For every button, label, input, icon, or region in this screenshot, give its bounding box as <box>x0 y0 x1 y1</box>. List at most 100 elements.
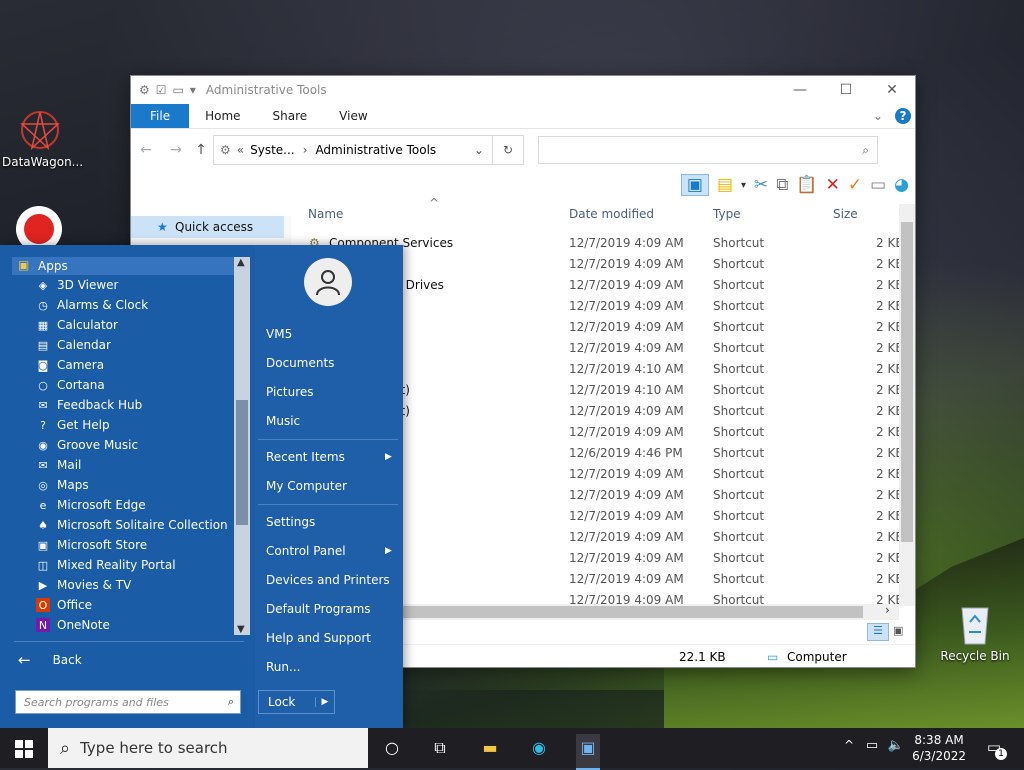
app-item[interactable]: ✉ Feedback Hub <box>36 395 142 415</box>
scroll-right-icon[interactable]: › <box>885 603 890 617</box>
app-list-scroll-thumb[interactable] <box>236 400 248 525</box>
start-menu-link-my-computer[interactable]: My Computer <box>266 479 347 493</box>
vertical-scroll-thumb[interactable] <box>901 222 913 542</box>
up-arrow-icon[interactable]: ↑ <box>191 142 211 158</box>
cut-icon[interactable]: ✂ <box>754 175 768 195</box>
column-name[interactable]: Name <box>308 207 343 221</box>
close-button[interactable]: ✕ <box>869 82 915 98</box>
tab-home[interactable]: Home <box>191 104 254 128</box>
app-item[interactable]: ◫ Mixed Reality Portal <box>36 555 176 575</box>
start-menu-link-settings[interactable]: Settings <box>266 515 315 529</box>
user-avatar[interactable] <box>304 258 352 306</box>
app-item[interactable]: e Microsoft Edge <box>36 495 146 515</box>
app-item[interactable]: ◉ Groove Music <box>36 435 138 455</box>
app-item[interactable]: ○ Cortana <box>36 375 104 395</box>
app-item[interactable]: ▶ Movies & TV <box>36 575 132 595</box>
address-overflow[interactable]: « <box>237 143 244 157</box>
app-item[interactable]: ♠ Microsoft Solitaire Collection <box>36 515 228 535</box>
breadcrumb-admin-tools[interactable]: Administrative Tools <box>315 143 436 157</box>
lock-options-icon[interactable]: ▶ <box>315 697 334 707</box>
column-date-modified[interactable]: Date modified <box>569 207 654 221</box>
file-size: 2 KB <box>876 278 901 292</box>
forward-arrow-icon[interactable]: → <box>161 142 191 158</box>
network-icon[interactable]: ▭ <box>861 738 883 758</box>
minimize-button[interactable]: — <box>777 82 823 98</box>
tab-share[interactable]: Share <box>259 104 322 128</box>
file-explorer-icon[interactable]: ▬ <box>479 738 501 758</box>
app-item[interactable]: ▤ Calendar <box>36 335 111 355</box>
new-item-icon[interactable]: ▤ <box>717 175 733 195</box>
lock-button[interactable]: Lock ▶ <box>258 690 335 714</box>
start-menu-link-run[interactable]: Run... <box>266 660 300 674</box>
back-arrow-icon[interactable]: ← <box>131 142 161 158</box>
apps-header[interactable]: ▣ Apps <box>12 257 250 275</box>
start-button[interactable] <box>15 740 33 761</box>
search-icon[interactable]: ⌕ <box>228 695 234 709</box>
search-box[interactable]: ⌕ <box>538 136 878 164</box>
expand-ribbon-icon[interactable]: ⌄ <box>873 109 883 123</box>
desktop-icon-datawagon[interactable]: DataWagon... <box>2 108 83 169</box>
start-search-input[interactable]: Search programs and files ⌕ <box>15 690 241 714</box>
nav-quick-access[interactable]: ★ Quick access <box>131 216 284 238</box>
customize-toolbar-icon[interactable]: ▾ <box>190 83 196 97</box>
dropdown-icon[interactable]: ▾ <box>741 180 746 191</box>
back-button[interactable]: ← Back <box>18 651 82 669</box>
app-item[interactable]: ? Get Help <box>36 415 110 435</box>
show-hidden-icons-icon[interactable]: ^ <box>838 738 860 758</box>
edge-icon[interactable]: ◉ <box>528 738 550 758</box>
scroll-down-icon[interactable]: ▼ <box>237 624 245 635</box>
tab-file[interactable]: File <box>131 104 190 128</box>
app-item[interactable]: ◷ Alarms & Clock <box>36 295 148 315</box>
desktop-icon-recycle-bin[interactable]: Recycle Bin <box>938 602 1012 663</box>
breadcrumb-system[interactable]: Syste... <box>250 143 295 157</box>
globe-icon[interactable]: ◕ <box>894 175 909 195</box>
clock-time: 8:38 AM <box>914 733 964 747</box>
app-item[interactable]: ◈ 3D Viewer <box>36 275 119 295</box>
app-item[interactable]: O Office <box>36 595 92 615</box>
app-item[interactable]: ▣ Microsoft Store <box>36 535 147 555</box>
column-type[interactable]: Type <box>713 207 741 221</box>
tab-view[interactable]: View <box>325 104 381 128</box>
start-menu-link-pictures[interactable]: Pictures <box>266 385 314 399</box>
new-folder-icon[interactable]: ▭ <box>173 83 184 97</box>
app-item-label: Get Help <box>57 418 110 432</box>
checkbox-icon[interactable]: ☑ <box>156 83 167 97</box>
details-view-icon[interactable]: ☰ <box>867 623 889 641</box>
start-menu-link-control-panel[interactable]: Control Panel <box>266 544 346 558</box>
maximize-button[interactable]: ☐ <box>823 82 869 98</box>
app-item[interactable]: N OneNote <box>36 615 110 635</box>
task-view-icon[interactable]: ⧉ <box>429 738 451 758</box>
app-item-label: Microsoft Solitaire Collection <box>57 518 228 532</box>
volume-icon[interactable]: 🔈 <box>885 738 907 758</box>
properties-icon[interactable]: ⚙ <box>139 83 150 97</box>
start-menu-link-default-programs[interactable]: Default Programs <box>266 602 371 616</box>
cortana-icon[interactable]: ○ <box>381 738 403 758</box>
large-icons-view-icon[interactable]: ▣ <box>893 624 903 637</box>
copy-icon[interactable]: ⧉ <box>776 175 788 195</box>
command-toolbar: ▣ ▤ ▾ ✂ ⧉ 📋 ✕ ✓ ▭ ◕ <box>131 171 915 199</box>
refresh-icon[interactable]: ↻ <box>493 135 524 165</box>
paste-icon[interactable]: 📋 <box>796 175 817 195</box>
start-menu-link-documents[interactable]: Documents <box>266 356 334 370</box>
app-item[interactable]: ◙ Camera <box>36 355 104 375</box>
delete-icon[interactable]: ✕ <box>826 175 840 195</box>
clock[interactable]: 8:38 AM 6/3/2022 <box>912 732 966 764</box>
control-panel-icon[interactable]: ▣ <box>576 734 600 770</box>
app-item[interactable]: ◎ Maps <box>36 475 88 495</box>
start-menu-link-recent-items[interactable]: Recent Items <box>266 450 345 464</box>
scroll-up-icon[interactable]: ▲ <box>237 257 245 268</box>
start-menu-link-music[interactable]: Music <box>266 414 300 428</box>
start-menu-link-help-and-support[interactable]: Help and Support <box>266 631 371 645</box>
checkmark-icon[interactable]: ✓ <box>848 175 862 195</box>
app-item[interactable]: ▦ Calculator <box>36 315 118 335</box>
address-dropdown-icon[interactable]: ⌄ <box>474 143 484 157</box>
address-bar[interactable]: ⚙ « Syste... › Administrative Tools ⌄ <box>213 135 493 165</box>
column-size[interactable]: Size <box>833 207 858 221</box>
taskbar-search-input[interactable]: ⌕ Type here to search <box>48 728 368 768</box>
user-name[interactable]: VM5 <box>266 327 292 341</box>
preview-pane-icon[interactable]: ▣ <box>680 174 709 196</box>
help-icon[interactable]: ? <box>895 108 911 124</box>
start-menu-link-devices-and-printers[interactable]: Devices and Printers <box>266 573 390 587</box>
rename-icon[interactable]: ▭ <box>870 175 886 195</box>
app-item[interactable]: ✉ Mail <box>36 455 81 475</box>
